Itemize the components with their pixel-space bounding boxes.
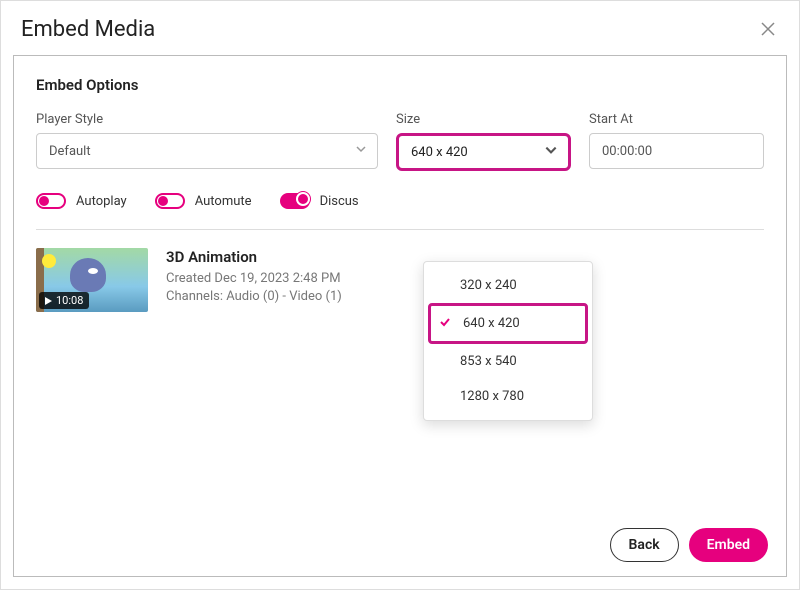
start-at-label: Start At (589, 112, 764, 127)
media-title: 3D Animation (166, 248, 342, 266)
player-style-select[interactable]: Default (36, 133, 378, 169)
size-option-label: 640 x 420 (463, 316, 520, 331)
section-title: Embed Options (36, 76, 764, 94)
size-option-label: 853 x 540 (460, 354, 517, 369)
media-channels: Channels: Audio (0) - Video (1) (166, 288, 342, 306)
toggle-switch-icon (36, 193, 66, 209)
player-style-field: Player Style Default (36, 112, 378, 171)
check-icon (439, 316, 451, 332)
media-thumbnail[interactable]: 10:08 (36, 248, 148, 312)
modal-inner: Embed Options Player Style Default Size … (13, 55, 787, 577)
automute-label: Automute (195, 194, 252, 209)
modal-header: Embed Media (1, 1, 799, 55)
size-option[interactable]: 1280 x 780 (424, 379, 592, 414)
toggles-row: Autoplay Automute Discus (36, 193, 764, 209)
play-icon (43, 296, 53, 306)
embed-media-modal: Embed Media Embed Options Player Style D… (0, 0, 800, 590)
back-button[interactable]: Back (610, 528, 679, 562)
modal-title: Embed Media (21, 17, 155, 42)
size-field: Size 640 x 420 (396, 112, 571, 171)
media-meta: 3D Animation Created Dec 19, 2023 2:48 P… (166, 248, 342, 306)
size-option[interactable]: 640 x 420 (428, 303, 588, 344)
autoplay-toggle[interactable]: Autoplay (36, 193, 127, 209)
size-option-label: 320 x 240 (460, 278, 517, 293)
chevron-down-icon (544, 143, 558, 161)
modal-footer: Back Embed (14, 514, 786, 576)
start-at-input[interactable] (589, 133, 764, 169)
duration-text: 10:08 (56, 294, 83, 307)
embed-button[interactable]: Embed (689, 528, 768, 562)
close-icon[interactable] (757, 15, 779, 43)
size-select[interactable]: 640 x 420 (396, 133, 571, 171)
size-option-label: 1280 x 780 (460, 389, 524, 404)
divider (36, 229, 764, 230)
toggle-switch-icon (155, 193, 185, 209)
toggle-switch-icon (280, 193, 310, 209)
autoplay-label: Autoplay (76, 194, 127, 209)
size-option[interactable]: 853 x 540 (424, 344, 592, 379)
size-label: Size (396, 112, 571, 127)
size-value: 640 x 420 (411, 145, 468, 160)
options-row: Player Style Default Size 640 x 420 (36, 112, 764, 171)
discussion-label: Discus (320, 194, 359, 209)
modal-content: Embed Options Player Style Default Size … (14, 56, 786, 514)
size-option[interactable]: 320 x 240 (424, 268, 592, 303)
automute-toggle[interactable]: Automute (155, 193, 252, 209)
media-item: 10:08 3D Animation Created Dec 19, 2023 … (36, 248, 764, 312)
chevron-down-icon (355, 143, 367, 159)
player-style-value: Default (49, 144, 91, 159)
duration-badge: 10:08 (39, 292, 89, 309)
media-created: Created Dec 19, 2023 2:48 PM (166, 270, 342, 288)
size-dropdown-menu: 320 x 240 640 x 420 853 x 540 1280 x 780 (423, 261, 593, 421)
start-at-field: Start At (589, 112, 764, 171)
discussion-toggle[interactable]: Discus (280, 193, 359, 209)
player-style-label: Player Style (36, 112, 378, 127)
